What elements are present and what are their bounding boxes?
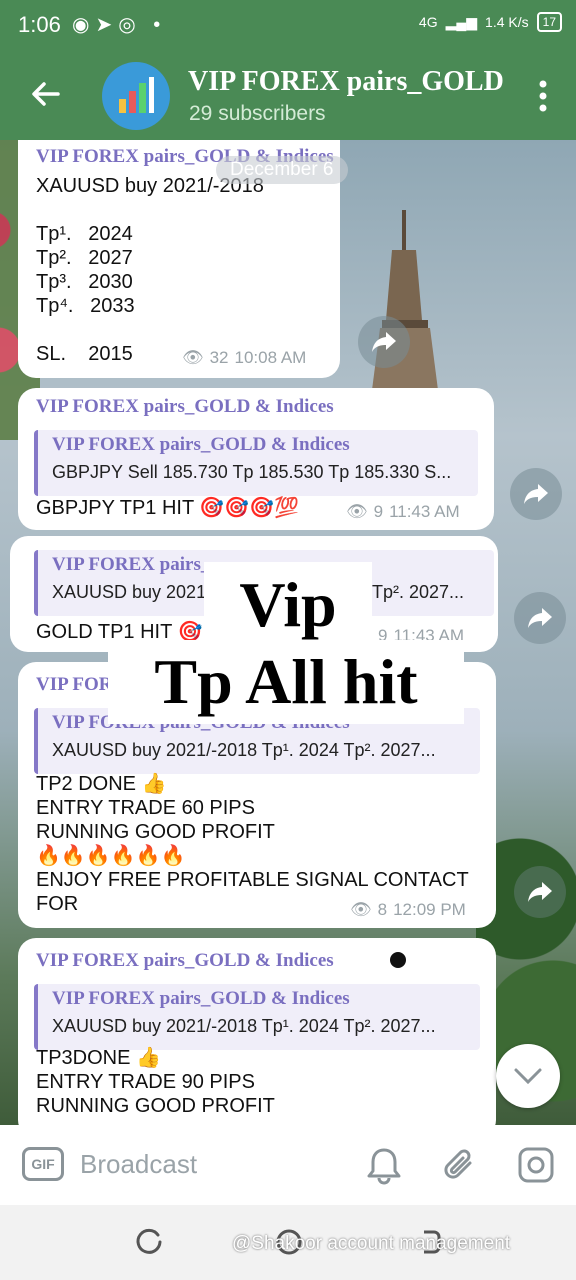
reply-preview[interactable]: VIP FOREX pairs_GOLD & Indices XAUUSD bu… xyxy=(34,984,480,1050)
message-bubble[interactable]: VIP FOREX pairs_GOLD & Indices VIP FOREX… xyxy=(18,388,494,530)
scroll-down-button[interactable] xyxy=(496,1044,560,1108)
message-bubble[interactable]: VIP FOREX pairs_GOLD & Indices VIP FOREX… xyxy=(18,938,496,1138)
watermark: @Shakoor account management xyxy=(232,1233,511,1254)
forward-icon xyxy=(372,332,396,352)
reply-sender: VIP FOREX pairs_ xyxy=(52,554,211,575)
message-time: 11:43 AM xyxy=(389,502,460,521)
forward-button[interactable] xyxy=(358,316,410,368)
overlay-label-tp-all-hit: Tp All hit xyxy=(108,640,464,724)
message-text: XAUUSD buy 2021/-2018 Tp¹. 2024 Tp². 202… xyxy=(36,175,264,365)
forward-button[interactable] xyxy=(514,592,566,644)
reply-sender: VIP FOREX pairs_GOLD & Indices xyxy=(52,434,350,455)
message-input[interactable]: Broadcast xyxy=(80,1149,197,1180)
subscriber-count: 29 subscribers xyxy=(189,102,326,125)
message-time: 12:09 PM xyxy=(393,900,466,919)
chat-header: VIP FOREX pairs_GOLD 29 subscribers xyxy=(0,52,576,140)
system-nav-bar: @Shakoor account management xyxy=(0,1205,576,1280)
forward-button[interactable] xyxy=(514,866,566,918)
message-sender: VIP FOREX pairs_GOLD & Indices xyxy=(36,950,334,971)
network-label: 4G xyxy=(418,14,438,30)
chevron-down-icon xyxy=(514,1068,542,1085)
reply-text: GBPJPY Sell 185.730 Tp 185.530 Tp 185.33… xyxy=(52,462,452,482)
message-meta: 👁 8 12:09 PM xyxy=(350,900,466,920)
message-text: GBPJPY TP1 HIT 🎯🎯🎯💯 xyxy=(36,497,300,519)
forward-icon xyxy=(528,882,552,902)
reply-text: XAUUSD buy 2021/-2018 Tp¹. 2024 Tp². 202… xyxy=(52,740,436,760)
status-bar: 1:06 ◉➤◎ • 4G ▂▄▆ 1.4 K/s 17 xyxy=(0,0,576,52)
signal-icon: ▂▄▆ xyxy=(445,13,478,30)
message-meta: 👁 9 11:43 AM xyxy=(346,502,460,522)
views-icon: 👁 xyxy=(350,900,372,919)
reply-sender: VIP FOREX pairs_GOLD & Indices xyxy=(52,988,350,1009)
battery-level: 17 xyxy=(542,15,556,29)
composer-bar: GIF Broadcast xyxy=(0,1125,576,1205)
bar-chart-icon xyxy=(119,77,154,113)
camera-icon[interactable] xyxy=(516,1145,556,1185)
gif-button[interactable]: GIF xyxy=(22,1147,64,1181)
forward-icon xyxy=(524,484,548,504)
message-sender: VIP FOREX pairs_GOLD & Indices xyxy=(36,396,334,417)
views-count: 9 xyxy=(373,502,384,521)
more-menu-icon[interactable] xyxy=(538,80,548,112)
forward-button[interactable] xyxy=(510,468,562,520)
status-time: 1:06 xyxy=(18,12,61,37)
reply-text: XAUUSD buy 2021 xyxy=(52,582,207,602)
status-icons: 4G ▂▄▆ 1.4 K/s 17 xyxy=(419,12,562,32)
message-meta: 👁 32 10:08 AM xyxy=(182,348,306,368)
channel-avatar[interactable] xyxy=(102,62,170,130)
battery-icon: 17 xyxy=(536,12,562,32)
views-count: 32 xyxy=(209,348,229,367)
reply-text-tail: Tp². 2027... xyxy=(372,582,465,602)
notification-icons: ◉➤◎ • xyxy=(72,14,167,36)
recent-apps-icon[interactable] xyxy=(134,1227,164,1257)
views-count: 8 xyxy=(377,900,388,919)
reply-preview[interactable]: VIP FOREX pairs_GOLD & Indices GBPJPY Se… xyxy=(34,430,478,496)
views-icon: 👁 xyxy=(182,348,204,367)
message-sender: VIP FOR xyxy=(36,674,113,695)
speed-label: 1.4 K/s xyxy=(485,14,529,30)
forward-icon xyxy=(528,608,552,628)
views-icon: 👁 xyxy=(346,502,368,521)
back-arrow-icon[interactable] xyxy=(28,76,64,112)
dot-marker xyxy=(390,952,406,968)
channel-title[interactable]: VIP FOREX pairs_GOLD xyxy=(188,66,504,98)
overlay-label-vip: Vip xyxy=(204,562,372,648)
attachment-icon[interactable] xyxy=(440,1145,480,1185)
reply-text: XAUUSD buy 2021/-2018 Tp¹. 2024 Tp². 202… xyxy=(52,1016,436,1036)
message-text: TP2 DONE 👍 ENTRY TRADE 60 PIPS RUNNING G… xyxy=(36,773,469,915)
bell-icon[interactable] xyxy=(364,1145,404,1185)
message-text: TP3DONE 👍 ENTRY TRADE 90 PIPS RUNNING GO… xyxy=(36,1047,275,1117)
date-separator: December 6 xyxy=(216,156,348,184)
message-time: 10:08 AM xyxy=(234,348,307,367)
